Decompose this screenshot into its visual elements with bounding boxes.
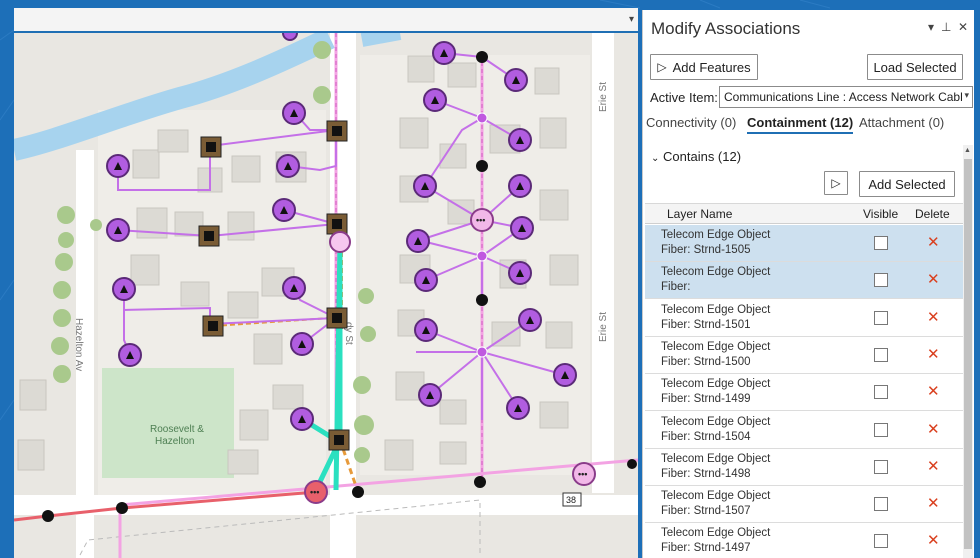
svg-text:•••: •••: [310, 487, 319, 497]
svg-text:•••: •••: [476, 215, 485, 225]
row-layer-name: Telecom Edge Object Fiber: Strnd-1499: [661, 377, 770, 407]
delete-icon[interactable]: ✕: [927, 233, 940, 251]
row-line1: Telecom Edge Object: [661, 303, 771, 316]
row-line2: Fiber: Strnd-1499: [661, 393, 751, 406]
row-line2: Fiber: Strnd-1497: [661, 542, 751, 555]
svg-text:•••: •••: [578, 469, 587, 479]
add-features-button[interactable]: ▷ Add Features: [650, 54, 758, 80]
row-layer-name: Telecom Edge Object Fiber: Strnd-1498: [661, 452, 770, 482]
scrollbar-thumb[interactable]: [964, 159, 972, 549]
load-selected-button[interactable]: Load Selected: [867, 54, 963, 80]
map-label-erie-mid: Erie St: [598, 312, 609, 342]
contains-grid: Layer Name Visible Delete Telecom Edge O…: [645, 203, 963, 558]
row-layer-name: Telecom Edge Object Fiber: Strnd-1497: [661, 526, 770, 556]
pane-title: Modify Associations: [651, 19, 801, 38]
row-line2: Fiber: Strnd-1507: [661, 505, 751, 518]
delete-icon[interactable]: ✕: [927, 382, 940, 400]
visible-checkbox[interactable]: [874, 497, 888, 512]
map-label-park-1: Roosevelt &: [150, 424, 204, 435]
row-line2: Fiber: Strnd-1498: [661, 467, 751, 480]
column-visible[interactable]: Visible: [863, 207, 898, 221]
add-features-label: Add Features: [672, 59, 751, 75]
row-line1: Telecom Edge Object: [661, 527, 771, 540]
delete-icon[interactable]: ✕: [927, 531, 940, 549]
map-label-hazelton: Hazelton Av: [73, 318, 84, 371]
row-line2: Fiber:: [661, 281, 691, 294]
map-label-erie-top: Erie St: [598, 82, 609, 112]
delete-icon[interactable]: ✕: [927, 420, 940, 438]
row-layer-name: Telecom Edge Object Fiber: Strnd-1504: [661, 415, 770, 445]
visible-checkbox[interactable]: [874, 459, 888, 474]
contains-section-header[interactable]: ⌄ Contains (12): [651, 149, 741, 164]
visible-checkbox[interactable]: [874, 422, 888, 437]
contains-label: Contains (12): [663, 149, 742, 164]
select-tool-button[interactable]: ▷: [824, 171, 848, 195]
cursor-icon: ▷: [657, 60, 667, 74]
delete-icon[interactable]: ✕: [927, 308, 940, 326]
route-shield: 38: [566, 495, 576, 505]
table-row[interactable]: Telecom Edge Object Fiber: Strnd-1507 ✕: [645, 486, 963, 524]
visible-checkbox[interactable]: [874, 385, 888, 400]
table-row[interactable]: Telecom Edge Object Fiber: Strnd-1504 ✕: [645, 411, 963, 449]
tab-containment[interactable]: Containment (12): [747, 115, 854, 134]
row-line1: Telecom Edge Object: [661, 340, 771, 353]
table-row[interactable]: Telecom Edge Object Fiber: Strnd-1501 ✕: [645, 299, 963, 337]
delete-icon[interactable]: ✕: [927, 345, 940, 363]
visible-checkbox[interactable]: [874, 273, 888, 288]
active-item-dropdown[interactable]: Communications Line : Access Network Cab…: [719, 86, 973, 108]
grid-scrollbar[interactable]: ▲: [963, 145, 973, 558]
chevron-down-icon: ⌄: [651, 153, 660, 164]
row-layer-name: Telecom Edge Object Fiber: Strnd-1501: [661, 303, 770, 333]
delete-icon[interactable]: ✕: [927, 270, 940, 288]
grid-header: Layer Name Visible Delete: [645, 204, 963, 224]
close-icon[interactable]: ✕: [958, 20, 968, 34]
cursor-icon: ▷: [831, 176, 841, 190]
active-item-value: Communications Line : Access Network Cab…: [724, 90, 970, 104]
dock-arrow-icon[interactable]: ▾: [629, 14, 634, 25]
table-row[interactable]: Telecom Edge Object Fiber: Strnd-1505 ✕: [645, 225, 963, 262]
map-view-header: ▾: [14, 8, 638, 33]
visible-checkbox[interactable]: [874, 347, 888, 362]
row-line1: Telecom Edge Object: [661, 490, 771, 503]
modify-associations-pane: Modify Associations ▾ ⊥ ✕ ▷ Add Features…: [642, 10, 974, 558]
row-layer-name: Telecom Edge Object Fiber: Strnd-1500: [661, 340, 770, 370]
table-row[interactable]: Telecom Edge Object Fiber: Strnd-1497 ✕: [645, 523, 963, 558]
delete-icon[interactable]: ✕: [927, 457, 940, 475]
row-line1: Telecom Edge Object: [661, 378, 771, 391]
row-line2: Fiber: Strnd-1504: [661, 430, 751, 443]
chevron-down-icon: ▾: [962, 90, 969, 101]
column-layer-name[interactable]: Layer Name: [667, 207, 732, 221]
tab-attachment[interactable]: Attachment (0): [859, 115, 944, 130]
row-line2: Fiber: Strnd-1501: [661, 318, 751, 331]
visible-checkbox[interactable]: [874, 534, 888, 549]
pin-icon[interactable]: ⊥: [941, 20, 951, 34]
row-line1: Telecom Edge Object: [661, 415, 771, 428]
row-line1: Telecom Edge Object: [661, 266, 771, 279]
row-layer-name: Telecom Edge Object Fiber: Strnd-1505: [661, 228, 770, 258]
row-line2: Fiber: Strnd-1505: [661, 244, 751, 256]
table-row[interactable]: Telecom Edge Object Fiber: Strnd-1500 ✕: [645, 336, 963, 374]
row-line1: Telecom Edge Object: [661, 452, 771, 465]
row-layer-name: Telecom Edge Object Fiber:: [661, 265, 770, 295]
table-row[interactable]: Telecom Edge Object Fiber: ✕: [645, 262, 963, 300]
table-row[interactable]: Telecom Edge Object Fiber: Strnd-1498 ✕: [645, 448, 963, 486]
add-selected-button[interactable]: Add Selected: [859, 171, 955, 197]
map-view[interactable]: Erie St Erie St Hazelton Av dy St Roosev…: [14, 33, 638, 558]
map-label-park-2: Hazelton: [155, 436, 194, 447]
tab-connectivity[interactable]: Connectivity (0): [646, 115, 736, 130]
row-line2: Fiber: Strnd-1500: [661, 355, 751, 368]
visible-checkbox[interactable]: [874, 236, 888, 250]
delete-icon[interactable]: ✕: [927, 494, 940, 512]
column-delete[interactable]: Delete: [915, 207, 950, 221]
table-row[interactable]: Telecom Edge Object Fiber: Strnd-1499 ✕: [645, 374, 963, 412]
scroll-up-icon[interactable]: ▲: [964, 147, 971, 154]
park-area: [102, 368, 234, 478]
row-layer-name: Telecom Edge Object Fiber: Strnd-1507: [661, 489, 770, 519]
dropdown-arrow-icon[interactable]: ▾: [928, 20, 934, 34]
active-item-label: Active Item:: [650, 90, 718, 105]
visible-checkbox[interactable]: [874, 310, 888, 325]
row-line1: Telecom Edge Object: [661, 229, 771, 241]
